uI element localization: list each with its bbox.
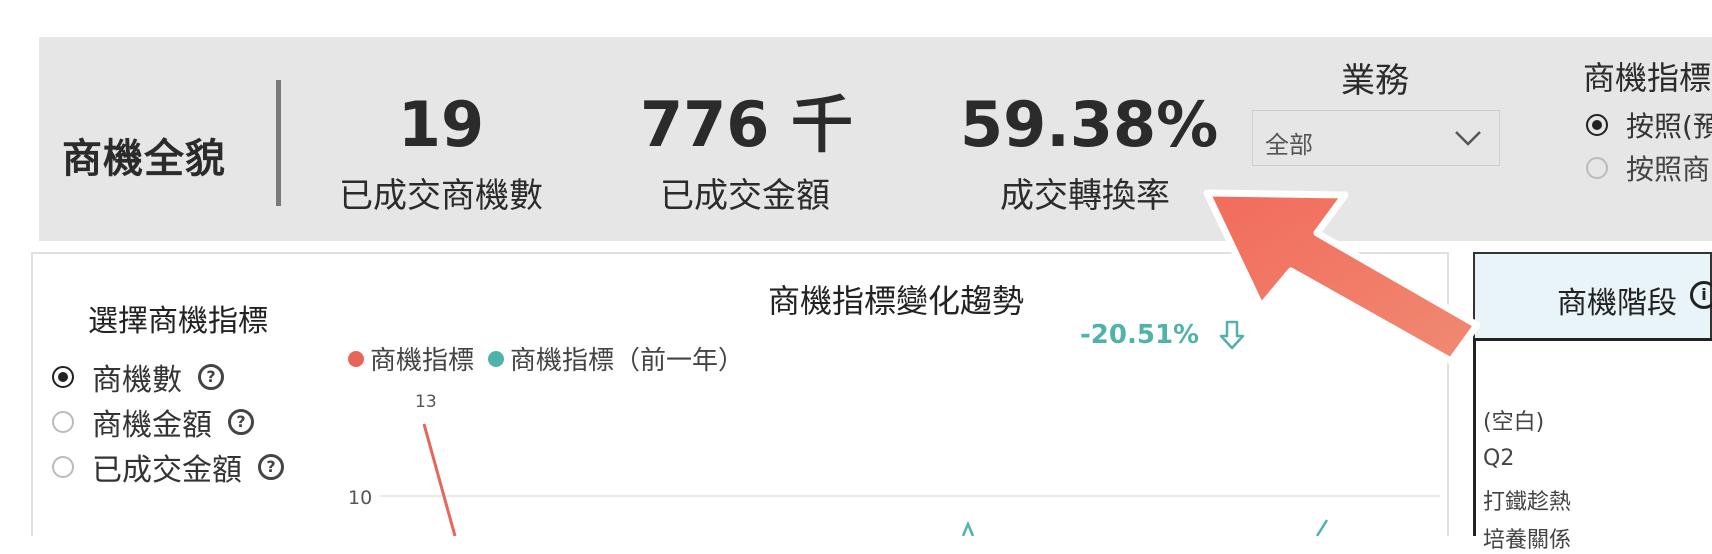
metric-basis-option-1[interactable]: 按照(預 [1586, 105, 1712, 145]
legend-dot-icon [348, 350, 364, 367]
help-icon[interactable]: ? [228, 409, 254, 435]
stage-item[interactable]: (空白) [1483, 404, 1544, 436]
kpi-closed-amount-label: 已成交金額 [660, 176, 830, 216]
series-current-line [422, 423, 457, 536]
chevron-down-icon [1455, 131, 1481, 146]
help-icon[interactable]: ? [258, 454, 284, 480]
kpi-closed-amount: 776 千 已成交金額 [640, 88, 854, 217]
kpi-conversion-rate-value: 59.38% [960, 88, 1219, 161]
help-icon[interactable]: ? [198, 364, 224, 390]
stage-item[interactable]: 培養關係 [1483, 522, 1571, 554]
info-icon[interactable]: i [1690, 281, 1712, 309]
stage-item[interactable]: 打鐵趁熱 [1483, 484, 1571, 516]
metric-option-closed-amount-label: 已成交金額 [92, 453, 242, 488]
metric-basis-option-1-label: 按照(預 [1626, 110, 1712, 143]
metric-basis-option-2-label: 按照商 [1626, 153, 1711, 186]
y-tick-label-10: 10 [348, 487, 372, 509]
kpi-closed-count-label: 已成交商機數 [339, 176, 543, 216]
stage-item[interactable]: Q2 [1483, 446, 1514, 471]
series-previous-year-line [961, 520, 975, 536]
metric-option-count[interactable]: 商機數 ? [52, 355, 224, 399]
sales-filter-value: 全部 [1265, 131, 1313, 159]
metric-option-amount-label: 商機金額 [92, 408, 212, 443]
radio-selected-icon[interactable] [52, 366, 74, 388]
kpi-section-title: 商機全貌 [62, 136, 226, 182]
metric-basis-option-2[interactable]: 按照商 [1586, 148, 1710, 188]
metric-option-count-label: 商機數 [92, 363, 182, 398]
data-label-peak: 13 [415, 392, 437, 412]
metric-option-closed-amount[interactable]: 已成交金額 ? [52, 445, 284, 489]
radio-unselected-icon[interactable] [52, 456, 74, 478]
kpi-conversion-rate-label: 成交轉換率 [1000, 176, 1170, 216]
change-value: -20.51% [1080, 320, 1200, 350]
legend-label-current: 商機指標 [370, 346, 475, 376]
kpi-closed-count: 19 已成交商機數 [336, 90, 546, 217]
chart-title: 商機指標變化趨勢 [768, 282, 1025, 320]
legend-item-previous-year[interactable]: 商機指標（前一年） [488, 340, 744, 377]
kpi-closed-count-value: 19 [397, 88, 485, 161]
radio-unselected-icon[interactable] [1586, 157, 1608, 179]
metric-option-amount[interactable]: 商機金額 ? [52, 400, 254, 444]
sales-filter-title: 業務 [1341, 61, 1409, 101]
kpi-closed-amount-value: 776 千 [640, 88, 854, 161]
legend-item-current[interactable]: 商機指標 [348, 340, 474, 377]
trend-line-chart: 10 13 [348, 392, 1440, 536]
radio-selected-icon[interactable] [1586, 114, 1608, 136]
series-previous-year-line-2 [1315, 519, 1329, 536]
kpi-conversion-rate: 59.38% 成交轉換率 [960, 88, 1219, 217]
chart-legend: 商機指標 商機指標（前一年） [348, 340, 758, 377]
legend-label-previous-year: 商機指標（前一年） [510, 346, 745, 376]
radio-unselected-icon[interactable] [52, 411, 74, 433]
metric-selector-title: 選擇商機指標 [88, 304, 268, 339]
pointer-arrow-icon [1195, 183, 1515, 387]
metric-basis-title: 商機指標 [1583, 59, 1712, 97]
sales-filter-dropdown[interactable]: 全部 [1252, 110, 1500, 166]
legend-dot-icon [488, 350, 505, 367]
kpi-divider [276, 80, 281, 206]
stage-panel-title: 商機階段 [1557, 286, 1677, 321]
